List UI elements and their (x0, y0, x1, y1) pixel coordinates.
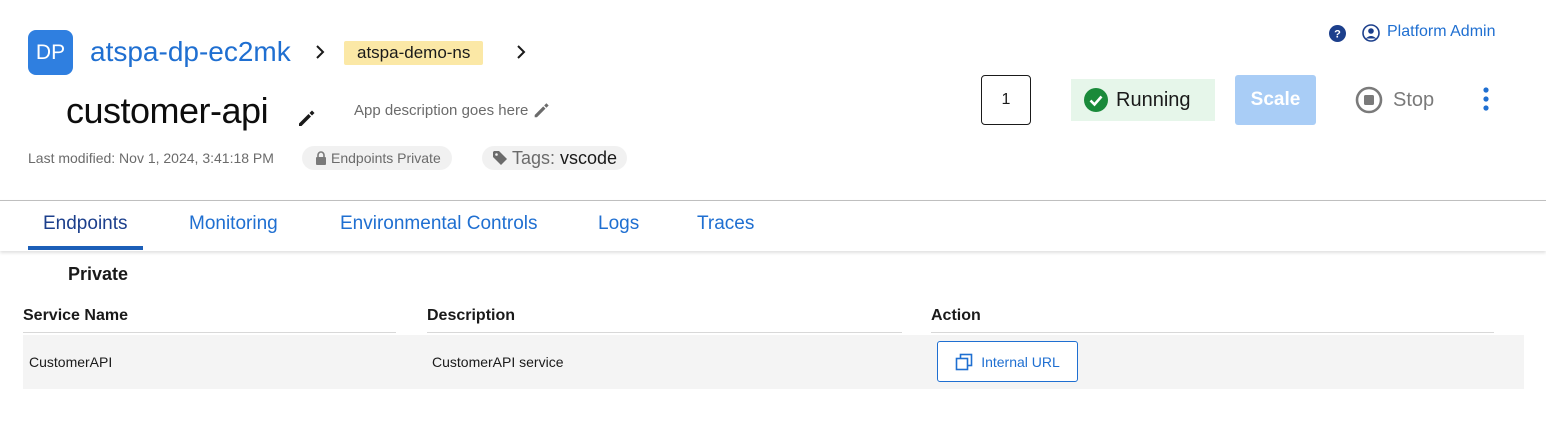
app-title: customer-api (66, 90, 269, 131)
endpoints-visibility-badge: Endpoints Private (302, 146, 452, 170)
internal-url-label: Internal URL (981, 353, 1060, 370)
internal-url-button[interactable]: Internal URL (937, 341, 1078, 382)
tab-environmental-controls[interactable]: Environmental Controls (340, 213, 537, 235)
cell-service-name: CustomerAPI (29, 354, 113, 370)
namespace-badge[interactable]: atspa-demo-ns (344, 41, 484, 65)
tab-traces[interactable]: Traces (697, 213, 754, 235)
kebab-menu-icon[interactable] (1480, 86, 1492, 114)
column-header-service-name: Service Name (23, 307, 128, 324)
copy-icon (955, 353, 973, 370)
column-header-action: Action (931, 307, 981, 324)
endpoints-visibility-label: Endpoints Private (331, 150, 441, 166)
stop-label: Stop (1393, 88, 1435, 111)
column-header-description: Description (427, 307, 516, 324)
header-divider (23, 332, 396, 333)
app-description: App description goes here (354, 102, 529, 119)
svg-text:?: ? (1334, 29, 1341, 41)
lock-icon (316, 151, 326, 165)
table-row (23, 335, 1524, 389)
tags-label: Tags: (512, 147, 556, 168)
stop-circle-icon (1355, 86, 1383, 114)
pencil-icon[interactable] (532, 101, 550, 119)
chevron-right-icon (517, 45, 526, 59)
user-menu[interactable]: Platform Admin (1387, 23, 1495, 41)
replica-count-input[interactable]: 1 (981, 75, 1031, 125)
pencil-icon[interactable] (296, 108, 316, 128)
status-badge: Running (1071, 79, 1215, 121)
user-circle-icon[interactable] (1362, 24, 1380, 42)
check-circle-icon (1084, 88, 1108, 112)
tab-logs[interactable]: Logs (598, 213, 639, 235)
header-divider (427, 332, 902, 333)
project-link[interactable]: atspa-dp-ec2mk (90, 36, 291, 68)
header-divider (931, 332, 1494, 333)
last-modified: Last modified: Nov 1, 2024, 3:41:18 PM (28, 150, 274, 166)
help-icon[interactable]: ? (1329, 25, 1346, 42)
active-tab-indicator (28, 246, 143, 250)
scale-button[interactable]: Scale (1235, 75, 1316, 125)
tags-badge[interactable]: Tags: vscode (482, 146, 628, 170)
tag-icon (493, 151, 507, 165)
tag-value: vscode (560, 147, 618, 168)
tab-endpoints[interactable]: Endpoints (43, 213, 128, 235)
cell-description: CustomerAPI service (432, 354, 564, 370)
app-logo[interactable]: DP (28, 30, 73, 75)
section-title: Private (68, 264, 129, 284)
stop-button[interactable]: Stop (1355, 86, 1434, 114)
chevron-right-icon (316, 45, 325, 59)
tab-bar: Endpoints Monitoring Environmental Contr… (0, 200, 1546, 251)
status-label: Running (1116, 88, 1191, 111)
tab-monitoring[interactable]: Monitoring (189, 213, 278, 235)
